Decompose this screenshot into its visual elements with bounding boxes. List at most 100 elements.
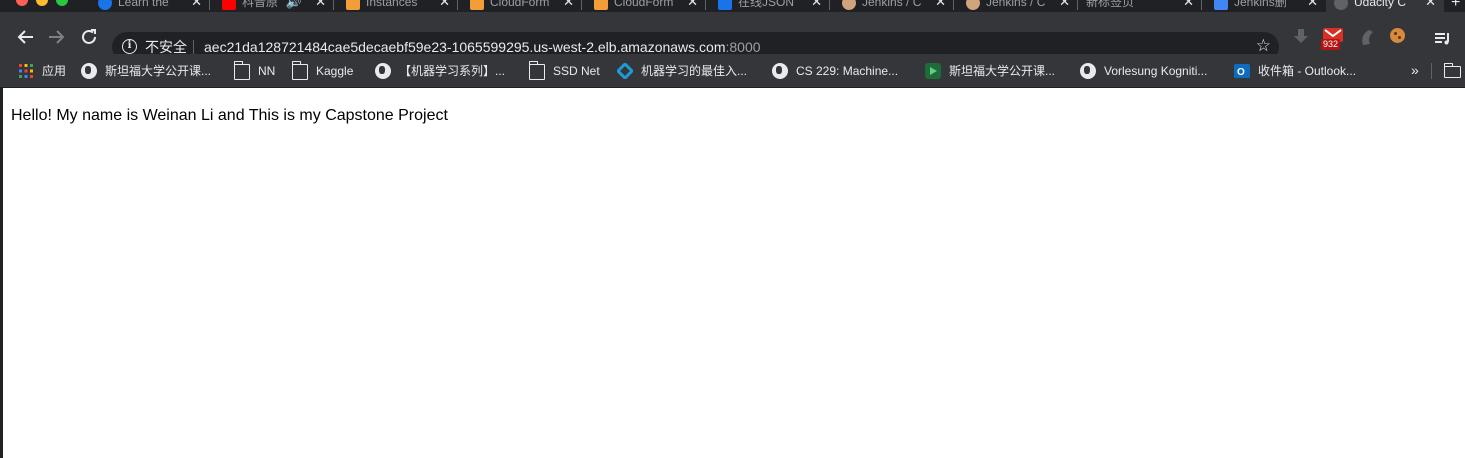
close-icon[interactable]: ✕ — [935, 0, 946, 9]
bookmark-label: SSD Net — [553, 64, 600, 78]
bookmark-star-icon[interactable]: ☆ — [1256, 37, 1271, 55]
globe-icon — [81, 63, 97, 79]
udacity-icon — [1334, 0, 1348, 10]
bookmarks-bar: 应用 斯坦福大学公开课... NN Kaggle 【机器学习系列】... SSD… — [0, 54, 1465, 88]
globe-icon — [1080, 63, 1096, 79]
tab-jenkins-1[interactable]: Jenkins / C ✕ — [830, 0, 954, 12]
tab-udacity[interactable]: Udacity C ✕ — [1326, 0, 1444, 12]
bookmark-item[interactable]: 【机器学习系列】... — [375, 62, 505, 80]
tab-title: 科普原 — [242, 0, 279, 9]
json-icon — [718, 0, 732, 10]
close-icon[interactable]: ✕ — [811, 0, 822, 9]
mail-badge: 932 — [1321, 39, 1341, 50]
tab-json[interactable]: 在线JSON ✕ — [706, 0, 830, 12]
bookmark-label: 机器学习的最佳入... — [641, 64, 748, 78]
apps-grid-icon — [19, 64, 33, 78]
reload-icon[interactable] — [80, 28, 98, 46]
tab-jenkins-2[interactable]: Jenkins / C ✕ — [954, 0, 1078, 12]
tab-title: 新标签页 — [1086, 0, 1135, 9]
folder-icon — [291, 61, 308, 80]
security-label[interactable]: 不安全 — [145, 39, 187, 55]
outlook-icon: O — [1234, 64, 1250, 78]
apps-shortcut[interactable]: 应用 — [18, 62, 66, 80]
tab-title: Udacity C — [1354, 0, 1406, 9]
close-icon[interactable]: ✕ — [1059, 0, 1070, 9]
close-icon[interactable]: ✕ — [439, 0, 450, 9]
speaker-icon[interactable]: 🔊 — [286, 0, 302, 9]
tab-strip: Learn the ✕ 科普原 🔊 ✕ Instances ✕ CloudFor… — [0, 0, 1465, 12]
close-icon[interactable]: ✕ — [1183, 0, 1194, 9]
url-host: aec21da128721484cae5decaebf59e23-1065599… — [204, 39, 726, 55]
close-window-button[interactable] — [16, 0, 28, 6]
tab-instances[interactable]: Instances ✕ — [334, 0, 458, 12]
tab-title: Instances — [366, 0, 418, 9]
close-icon[interactable]: ✕ — [1425, 0, 1436, 9]
home-icon — [1214, 0, 1228, 10]
tab-cloudformation-1[interactable]: CloudForm ✕ — [458, 0, 582, 12]
other-bookmarks-folder-icon[interactable] — [1443, 63, 1461, 78]
jenkins-icon — [966, 0, 980, 10]
forward-arrow-icon[interactable] — [48, 29, 66, 45]
tab-title: Learn the — [118, 0, 169, 9]
close-icon[interactable]: ✕ — [687, 0, 698, 9]
close-icon[interactable]: ✕ — [315, 0, 326, 9]
aws-icon — [594, 0, 608, 10]
tab-youtube[interactable]: 科普原 🔊 ✕ — [210, 0, 334, 12]
bookmark-label: Vorlesung Kogniti... — [1104, 64, 1208, 78]
cookie-icon[interactable] — [1390, 28, 1405, 43]
globe-icon — [772, 63, 788, 79]
bookmark-item[interactable]: Vorlesung Kogniti... — [1080, 62, 1207, 80]
youtube-icon — [222, 0, 236, 10]
zoom-window-button[interactable] — [56, 0, 68, 6]
info-icon[interactable]: i — [122, 39, 137, 54]
bookmark-label: 收件箱 - Outlook... — [1258, 64, 1357, 78]
tab-title: 在线JSON — [738, 0, 795, 9]
download-icon[interactable] — [1292, 28, 1310, 46]
bookmark-folder[interactable]: SSD Net — [528, 61, 600, 80]
bookmark-item[interactable]: 机器学习的最佳入... — [617, 62, 747, 80]
aws-icon — [346, 0, 360, 10]
globe-icon — [375, 63, 391, 79]
bookmark-label: Kaggle — [316, 64, 354, 78]
tab-new-tab[interactable]: 新标签页 ✕ — [1078, 0, 1202, 12]
close-icon[interactable]: ✕ — [563, 0, 574, 9]
bookmark-folder[interactable]: Kaggle — [291, 61, 354, 80]
tab-title: Jenkins / C — [986, 0, 1046, 9]
apps-label: 应用 — [42, 64, 67, 78]
extension-puzzle-icon[interactable] — [1359, 28, 1377, 46]
bookmark-label: 斯坦福大学公开课... — [949, 64, 1056, 78]
close-icon[interactable]: ✕ — [191, 0, 202, 9]
gmail-icon[interactable]: 932 — [1321, 28, 1343, 50]
close-icon[interactable]: ✕ — [1307, 0, 1318, 9]
tab-jenkins-delete[interactable]: Jenkins删 ✕ — [1202, 0, 1326, 12]
new-tab-button[interactable]: + — [1451, 0, 1460, 12]
bookmark-item[interactable]: 斯坦福大学公开课... — [925, 62, 1055, 80]
play-icon — [925, 63, 941, 79]
tab-title: Jenkins删 — [1234, 0, 1287, 9]
tab-learn[interactable]: Learn the ✕ — [86, 0, 210, 12]
bookmark-folder[interactable]: NN — [233, 61, 275, 80]
jenkins-icon — [842, 0, 856, 10]
bookmarks-overflow-button[interactable]: » — [1411, 61, 1419, 79]
folder-icon — [528, 61, 545, 80]
browser-toolbar: i 不安全 aec21da128721484cae5decaebf59e23-1… — [0, 12, 1465, 62]
bookmark-label: 【机器学习系列】... — [399, 64, 506, 78]
bookmark-item[interactable]: O 收件箱 - Outlook... — [1234, 62, 1356, 80]
omnibox-divider — [193, 40, 194, 55]
tab-title: CloudForm — [614, 0, 674, 9]
media-queue-icon[interactable] — [1434, 30, 1452, 48]
bookmark-item[interactable]: 斯坦福大学公开课... — [81, 62, 211, 80]
url-text[interactable]: aec21da128721484cae5decaebf59e23-1065599… — [204, 39, 761, 55]
page-content: Hello! My name is Weinan Li and This is … — [0, 88, 1465, 458]
url-port: :8000 — [725, 39, 761, 55]
toolbar-edge — [1459, 30, 1465, 48]
bookmark-item[interactable]: CS 229: Machine... — [772, 62, 898, 80]
minimize-window-button[interactable] — [36, 0, 48, 6]
bookmark-label: CS 229: Machine... — [796, 64, 899, 78]
tab-title: Jenkins / C — [862, 0, 922, 9]
folder-icon — [233, 61, 250, 80]
back-arrow-icon[interactable] — [16, 29, 34, 45]
svg-text:O: O — [1237, 67, 1245, 78]
tab-cloudformation-2[interactable]: CloudForm ✕ — [582, 0, 706, 12]
tab-title: CloudForm — [490, 0, 550, 9]
